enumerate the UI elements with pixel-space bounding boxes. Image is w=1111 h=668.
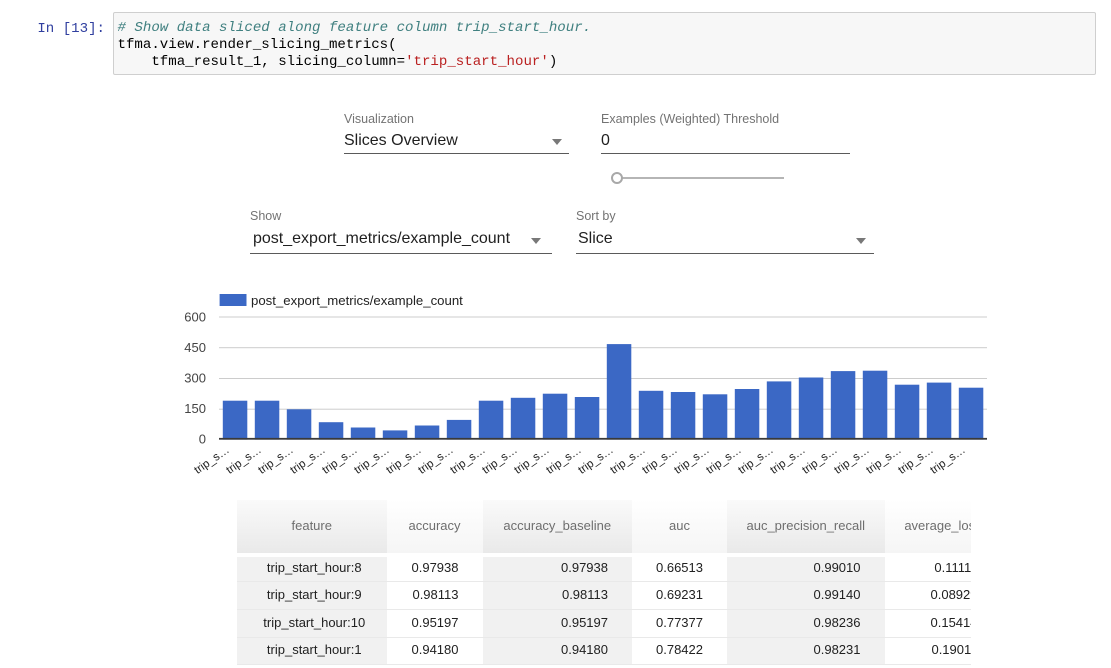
svg-text:trip_s…: trip_s… (800, 444, 839, 477)
svg-text:trip_s…: trip_s… (928, 444, 967, 477)
svg-text:trip_s…: trip_s… (448, 444, 487, 477)
svg-text:trip_s…: trip_s… (352, 444, 391, 477)
svg-text:trip_s…: trip_s… (512, 444, 551, 477)
svg-text:trip_s…: trip_s… (320, 444, 359, 477)
svg-text:trip_s…: trip_s… (384, 444, 423, 477)
svg-text:trip_s…: trip_s… (864, 444, 903, 477)
svg-text:post_export_metrics/example_co: post_export_metrics/example_count (251, 293, 463, 308)
svg-text:0: 0 (199, 432, 206, 447)
svg-text:trip_s…: trip_s… (768, 444, 807, 477)
svg-text:150: 150 (184, 401, 206, 416)
svg-text:trip_s…: trip_s… (480, 444, 519, 477)
svg-text:trip_s…: trip_s… (736, 444, 775, 477)
svg-text:trip_s…: trip_s… (704, 444, 743, 477)
svg-text:trip_s…: trip_s… (576, 444, 615, 477)
svg-text:300: 300 (184, 371, 206, 386)
svg-text:600: 600 (184, 310, 206, 325)
svg-text:450: 450 (184, 340, 206, 355)
svg-text:trip_s…: trip_s… (608, 444, 647, 477)
svg-text:trip_s…: trip_s… (544, 444, 583, 477)
svg-text:trip_s…: trip_s… (224, 444, 263, 477)
svg-text:trip_s…: trip_s… (832, 444, 871, 477)
svg-text:trip_s…: trip_s… (192, 444, 231, 477)
svg-text:trip_s…: trip_s… (672, 444, 711, 477)
svg-text:trip_s…: trip_s… (288, 444, 327, 477)
svg-text:trip_s…: trip_s… (416, 444, 455, 477)
svg-text:trip_s…: trip_s… (256, 444, 295, 477)
svg-text:trip_s…: trip_s… (896, 444, 935, 477)
svg-text:trip_s…: trip_s… (640, 444, 679, 477)
